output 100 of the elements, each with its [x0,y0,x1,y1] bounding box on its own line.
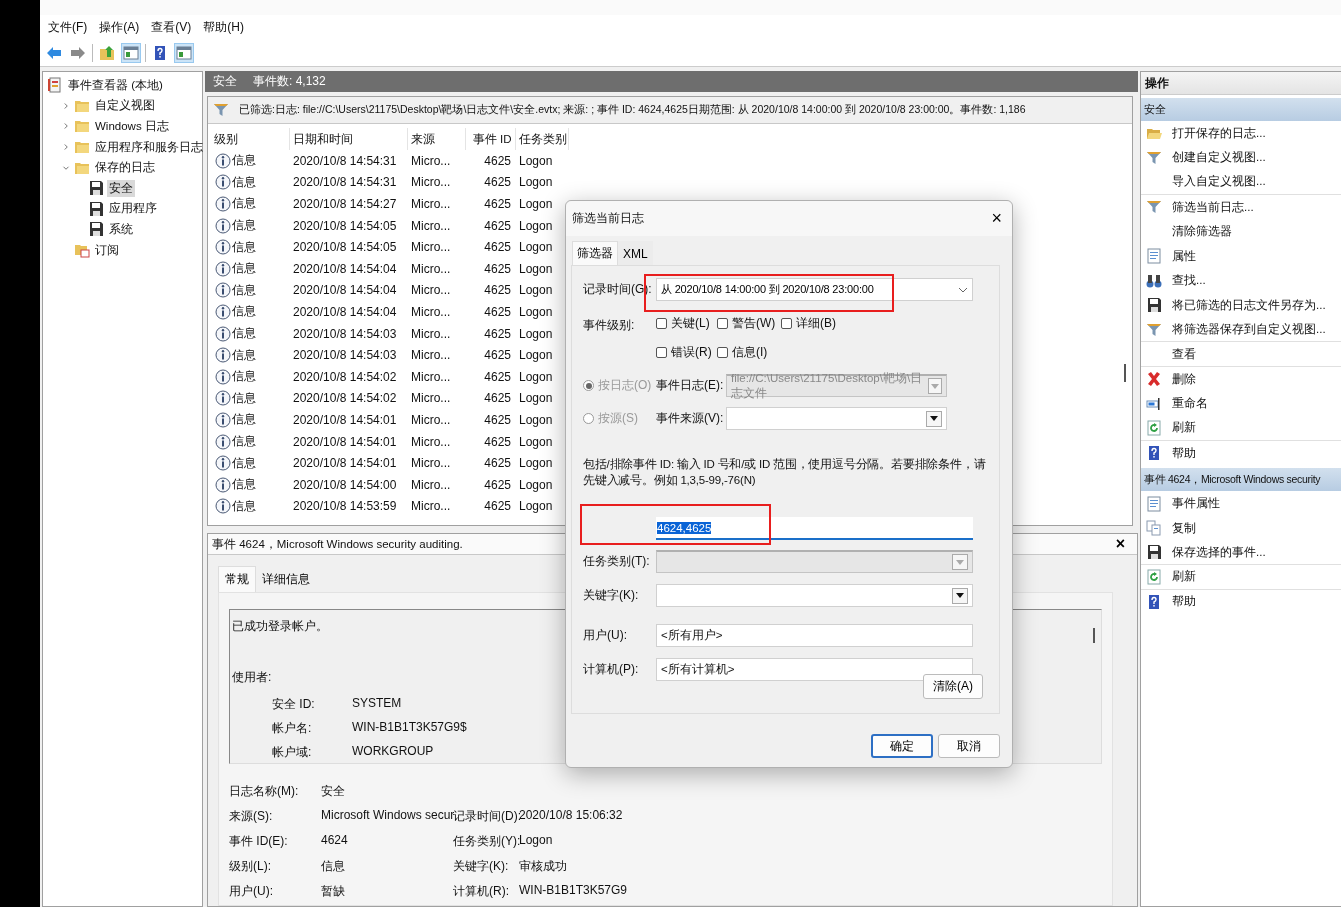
event-id-field[interactable]: 4624,4625 [656,517,973,540]
field-label: 帐户域: [272,744,313,761]
table-cell: Micro... [411,218,451,233]
back-arrow-icon[interactable] [46,45,62,61]
action-item[interactable]: 删除 [1172,371,1196,387]
table-cell: 4625 [484,153,511,168]
field-label: 任务类别(T): [583,553,651,570]
action-item[interactable]: 事件属性 [1172,496,1220,512]
id-hint: 包括/排除事件 ID: 输入 ID 号和/或 ID 范围，使用逗号分隔。若要排除条件，请先键入减号。例如 1,3,5-99,-76(N) [583,457,987,488]
table-cell: 信息 [232,152,256,170]
property-value: Microsoft Windows secur [321,808,453,824]
forward-arrow-icon[interactable] [70,45,86,61]
table-cell: Micro... [411,175,451,190]
table-cell: Micro... [411,240,451,255]
level-checkbox[interactable]: 详细(B) [781,315,836,332]
text-field[interactable]: <所有用户> [656,624,973,647]
table-cell: 2020/10/8 14:54:04 [293,304,397,319]
property-label: 任务类别(Y): [453,833,519,850]
table-cell: 信息 [232,173,256,191]
time-range-dropdown[interactable]: 从 2020/10/8 14:00:00 到 2020/10/8 23:00:00 [656,278,973,301]
table-cell: 4625 [484,412,511,427]
table-cell: Logon [519,283,553,298]
table-cell: 4625 [484,391,511,406]
field-label: 计算机(P): [583,661,640,678]
pane-icon[interactable] [123,45,139,61]
property-label: 计算机(R): [453,883,510,900]
tab[interactable]: 常规 [218,566,256,592]
log-title: 安全 [213,73,237,90]
scrollbar[interactable] [1093,628,1095,643]
dialog-tab[interactable]: 筛选器 [572,241,618,265]
dropdown[interactable] [656,584,973,607]
level-checkbox[interactable]: 错误(R) [656,344,717,361]
column-header[interactable]: 日期和时间 [289,128,407,150]
column-header[interactable]: 来源 [407,128,465,150]
action-item[interactable]: 将筛选器保存到自定义视图... [1172,322,1326,338]
level-checkbox[interactable]: 关键(L) [656,315,717,332]
column-header[interactable]: 事件 ID [465,128,515,150]
tree-item[interactable]: 事件查看器 (本地) [66,76,165,94]
dialog-button[interactable]: 确定 [871,734,933,758]
action-item[interactable]: 查看 [1172,346,1196,362]
dialog-button[interactable]: 取消 [938,734,1000,758]
action-item[interactable]: 帮助 [1172,594,1196,610]
action-item[interactable]: 创建自定义视图... [1172,150,1266,166]
menu-item[interactable]: 操作(A) [99,17,140,38]
tree-item[interactable]: 安全 [107,179,135,197]
action-item[interactable]: 保存选择的事件... [1172,544,1266,560]
level-checkbox[interactable]: 信息(I) [717,344,781,361]
property-label: 级别(L): [229,858,272,875]
section-header[interactable]: 事件 4624，Microsoft Windows security [1141,468,1341,492]
document-icon [1146,495,1162,512]
table-cell: 信息 [232,325,256,343]
table-cell: 2020/10/8 14:54:02 [293,391,397,406]
action-item[interactable]: 查找... [1172,273,1206,289]
menu-item[interactable]: 帮助(H) [203,17,244,38]
tree-item[interactable]: 应用程序 [107,200,159,218]
level-checkbox[interactable]: 警告(W) [717,315,781,332]
table-cell: Micro... [411,456,451,471]
refresh-icon [1146,419,1162,436]
close-button[interactable]: × [1115,535,1125,553]
table-cell: 2020/10/8 14:54:31 [293,175,397,190]
action-item[interactable]: 刷新 [1172,420,1196,436]
action-item[interactable]: 刷新 [1172,569,1196,585]
tree-item[interactable]: Windows 日志 [93,118,171,135]
copy-icon [1146,520,1162,537]
menu-item[interactable]: 查看(V) [151,17,192,38]
text-field[interactable]: <所有计算机> [656,658,973,681]
menu-item[interactable]: 文件(F) [48,17,88,38]
scrollbar[interactable] [1124,364,1126,382]
action-item[interactable]: 筛选当前日志... [1172,199,1254,215]
folder-up-icon[interactable] [99,45,115,61]
action-item[interactable]: 属性 [1172,248,1196,264]
action-item[interactable]: 复制 [1172,520,1196,536]
table-cell: 信息 [232,454,256,472]
tree-item[interactable]: 订阅 [93,241,121,259]
help-icon[interactable] [152,45,168,61]
action-item[interactable]: 将已筛选的日志文件另存为... [1172,297,1326,313]
table-cell: 信息 [232,217,256,235]
column-header[interactable]: 任务类别 [515,128,568,150]
action-item[interactable]: 清除筛选器 [1172,224,1232,240]
section-header[interactable]: 安全 [1141,98,1341,121]
action-item[interactable]: 导入自定义视图... [1172,174,1266,190]
close-button[interactable]: × [987,208,1006,229]
pane-icon[interactable] [176,45,192,61]
action-item[interactable]: 打开保存的日志... [1172,125,1266,141]
tree-item[interactable]: 自定义视图 [93,97,157,115]
property-value: WIN-B1B1T3K57G9 [519,883,629,899]
column-header[interactable]: 级别 [211,128,289,150]
table-cell: 2020/10/8 14:54:01 [293,412,397,427]
property-label: 用户(U): [229,883,274,900]
tree-item[interactable]: 系统 [107,220,135,238]
action-item[interactable]: 重命名 [1172,396,1208,412]
tree-item[interactable]: 保存的日志 [93,159,157,177]
dialog-tab[interactable]: XML [618,241,653,265]
action-item[interactable]: 帮助 [1172,445,1196,461]
clear-button[interactable]: 清除(A) [923,674,983,699]
event-count: 事件数: 4,132 [253,73,326,90]
funnel-icon [1146,199,1162,216]
field-value: SYSTEM [352,696,403,712]
table-cell: 信息 [232,411,256,429]
tree-item[interactable]: 应用程序和服务日志 [93,138,205,156]
